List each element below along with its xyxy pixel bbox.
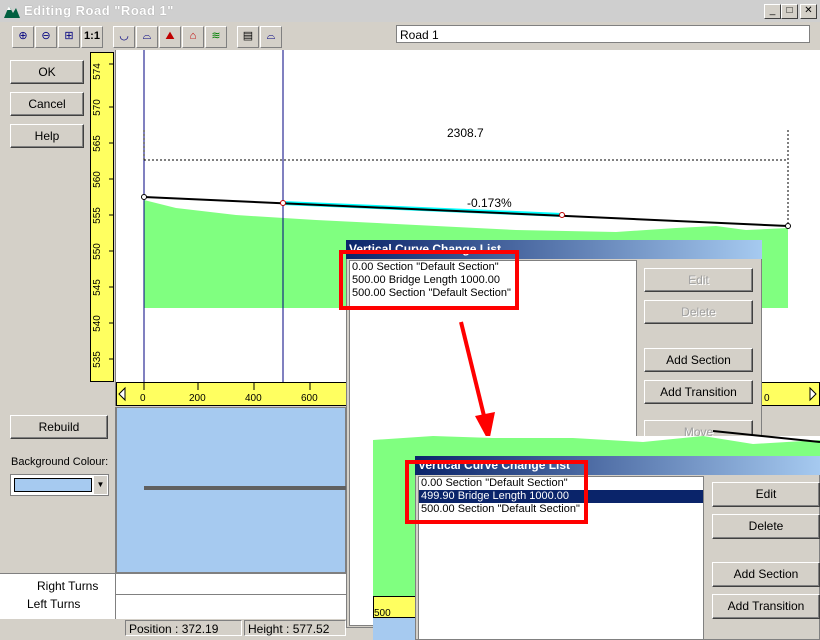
- zoom-actual-icon[interactable]: 1:1: [81, 26, 103, 48]
- add-transition-button-after[interactable]: Add Transition: [712, 594, 820, 619]
- colour-swatch: [14, 478, 92, 492]
- close-button[interactable]: ✕: [800, 4, 817, 19]
- cross-section-line: [144, 486, 346, 490]
- left-turns-label: Left Turns: [27, 597, 81, 611]
- vruler-tick: 540: [91, 315, 103, 332]
- zoom-in-icon[interactable]: ⊕: [12, 26, 34, 48]
- edit-button-disabled[interactable]: Edit: [644, 268, 753, 292]
- road-name-input[interactable]: Road 1: [396, 25, 810, 43]
- rebuild-button[interactable]: Rebuild: [10, 415, 108, 439]
- vruler-tick: 550: [91, 243, 103, 260]
- zoom-out-icon[interactable]: ⊖: [35, 26, 57, 48]
- hruler-tick: 0: [764, 393, 770, 404]
- vruler-tick: 570: [91, 99, 103, 116]
- zoom-extents-icon[interactable]: ⊞: [58, 26, 80, 48]
- background-colour-select[interactable]: ▼: [10, 474, 109, 496]
- vruler-tick: 560: [91, 171, 103, 188]
- hruler-tick: 200: [189, 393, 206, 404]
- add-section-button-after[interactable]: Add Section: [712, 562, 820, 587]
- vruler-tick: 535: [91, 351, 103, 368]
- cross-section-plot[interactable]: [116, 407, 346, 573]
- maximize-button[interactable]: □: [781, 4, 798, 19]
- ok-button[interactable]: OK: [10, 60, 84, 84]
- vruler-tick: 574: [91, 63, 103, 80]
- length-label: 2308.7: [447, 126, 484, 140]
- vruler-tick: 565: [91, 135, 103, 152]
- curve-tool-icon[interactable]: ◡: [113, 26, 135, 48]
- hruler-tick: 600: [301, 393, 318, 404]
- vruler-tick: 555: [91, 207, 103, 224]
- grade-label: -0.173%: [467, 196, 512, 210]
- add-section-button[interactable]: Add Section: [644, 348, 753, 372]
- bridge-tool-icon[interactable]: ⌂: [182, 26, 204, 48]
- document-icon[interactable]: ▤: [237, 26, 259, 48]
- highlight-box-after: [405, 460, 588, 524]
- chevron-down-icon[interactable]: ▼: [94, 476, 107, 494]
- profile-tool-icon[interactable]: ⌓: [260, 26, 282, 48]
- help-button[interactable]: Help: [10, 124, 84, 148]
- highlight-box-before: [339, 250, 519, 310]
- right-turns-label: Right Turns: [37, 579, 99, 593]
- delete-button-disabled[interactable]: Delete: [644, 300, 753, 324]
- position-readout: Position : 372.19: [125, 620, 242, 636]
- section-tool-icon[interactable]: ⌓: [136, 26, 158, 48]
- edit-button[interactable]: Edit: [712, 482, 820, 507]
- vruler-tick: 545: [91, 279, 103, 296]
- delete-button[interactable]: Delete: [712, 514, 820, 539]
- hruler-tick: 400: [245, 393, 262, 404]
- hruler-tick: 0: [140, 393, 146, 404]
- cancel-button[interactable]: Cancel: [10, 92, 84, 116]
- add-transition-button[interactable]: Add Transition: [644, 380, 753, 404]
- cut-fill-tool-icon[interactable]: ≋: [205, 26, 227, 48]
- height-readout: Height : 577.52: [244, 620, 346, 636]
- app-icon: [4, 3, 20, 18]
- window-title: Editing Road "Road 1": [24, 3, 174, 18]
- terrain-tool-icon[interactable]: ⛰: [159, 26, 181, 48]
- background-colour-label: Background Colour:: [11, 456, 109, 468]
- minimize-button[interactable]: _: [764, 4, 781, 19]
